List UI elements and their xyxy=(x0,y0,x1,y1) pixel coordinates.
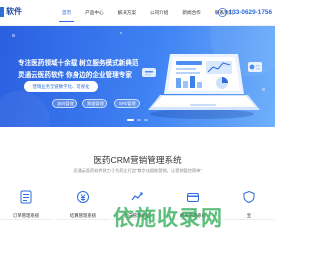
hero-pill-invoice[interactable]: 票据管理 xyxy=(82,99,107,108)
shield-icon xyxy=(243,190,255,204)
phone-contact[interactable]: 133-0629-1756 xyxy=(217,8,272,17)
nav-item-solutions[interactable]: 解决方案 xyxy=(111,0,143,26)
logo[interactable] xyxy=(0,7,4,17)
phone-icon xyxy=(217,8,227,17)
laptop-illustration xyxy=(142,54,262,119)
order-icon xyxy=(20,190,32,204)
hero-headline-1: 专注医药领域十余载 树立服务模式新典范 xyxy=(18,60,139,67)
nav-item-home[interactable]: 首页 xyxy=(55,0,78,26)
card-divider xyxy=(223,219,275,220)
main-nav: 首页 产品中心 解决方案 公司介绍 新闻合作 联系我们 xyxy=(55,0,240,26)
nav-item-about[interactable]: 公司介绍 xyxy=(143,0,175,26)
site-header: 软件 首页 产品中心 解决方案 公司介绍 新闻合作 联系我们 133-0629-… xyxy=(0,0,275,26)
carousel-dot-2[interactable] xyxy=(137,119,141,121)
settlement-icon xyxy=(77,191,89,203)
nav-item-news[interactable]: 新闻合作 xyxy=(175,0,207,26)
hero-pill-flow[interactable]: 流向管理 xyxy=(52,99,77,108)
carousel-dot-3[interactable] xyxy=(144,119,148,121)
hero-headline-2: 灵通云医药软件 你身边的企业管理专家 xyxy=(18,72,132,79)
card-divider xyxy=(0,219,52,220)
card-divider xyxy=(57,219,109,220)
carousel-dot-1[interactable] xyxy=(127,119,134,121)
feature-card-settlement[interactable]: 结算管理系统 xyxy=(57,186,109,246)
feature-card-partial[interactable]: 宝 xyxy=(223,186,275,246)
nav-item-products[interactable]: 产品中心 xyxy=(78,0,110,26)
hero-pill-sfe[interactable]: SFE管理 xyxy=(114,99,140,108)
phone-number: 133-0629-1756 xyxy=(228,9,272,16)
hero-subtitle-button[interactable]: 营销业务全链数字化、可视化 xyxy=(24,81,98,92)
brand-name[interactable]: 软件 xyxy=(6,6,22,17)
carousel-dots xyxy=(0,119,275,121)
hero-banner[interactable]: 专注医药领域十余载 树立服务模式新典范 灵通云医药软件 你身边的企业管理专家 营… xyxy=(0,26,275,127)
feature-card-order[interactable]: 订单管理系统 xyxy=(0,186,52,246)
section-title: 医药CRM营销管理系统 xyxy=(93,155,182,165)
section-subtitle: 灵通云医药软件致力于为药企打造“数字化赋能营销，让营销管控简单” xyxy=(73,168,202,173)
watermark: 依施收录网 xyxy=(113,207,223,230)
